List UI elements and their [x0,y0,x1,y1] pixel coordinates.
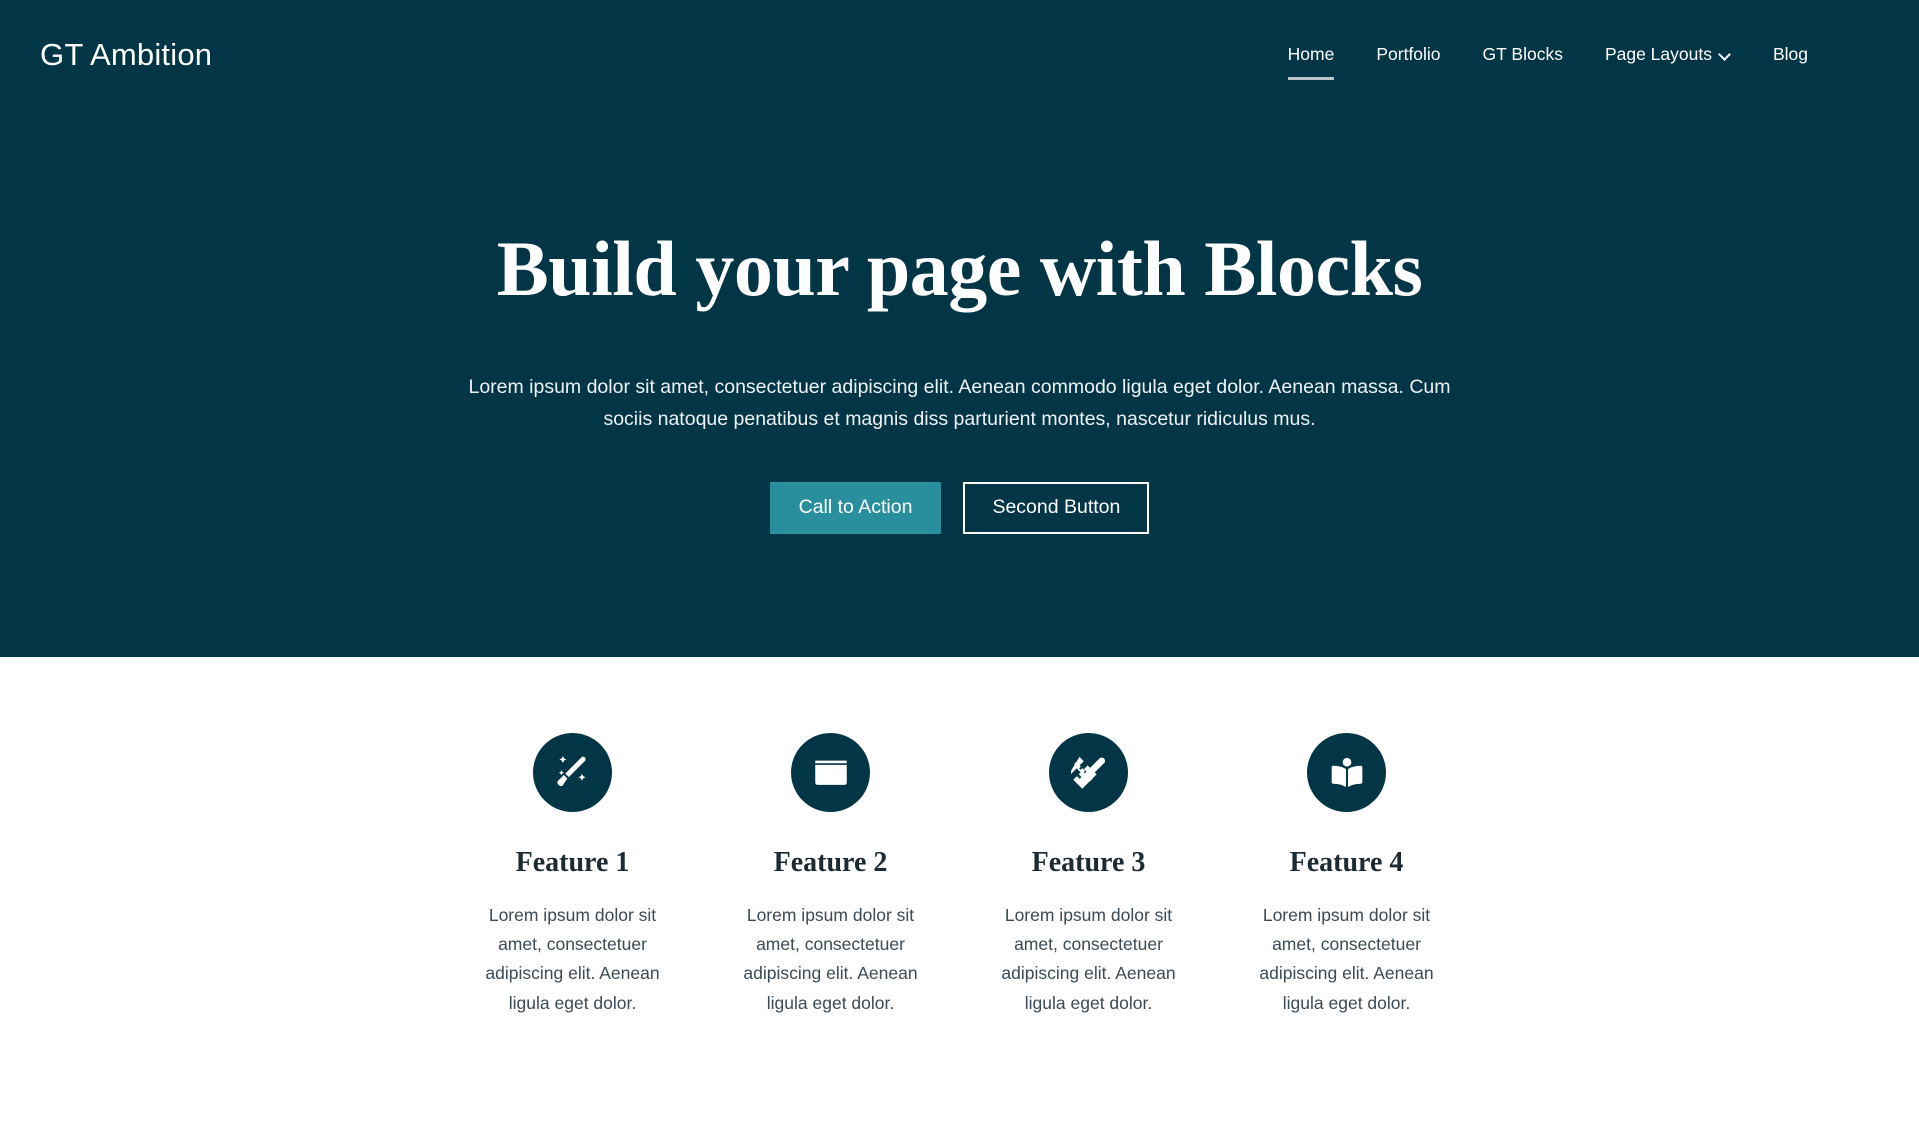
hero-section: GT Ambition Home Portfolio GT Blocks Pag… [0,0,1919,657]
hero-content: Build your page with Blocks Lorem ipsum … [370,0,1550,535]
feature-icon-circle [1049,733,1128,812]
features-section: Feature 1 Lorem ipsum dolor sit amet, co… [0,657,1919,1019]
feature-card: Feature 1 Lorem ipsum dolor sit amet, co… [455,733,691,1018]
nav-item-page-layouts[interactable]: Page Layouts [1584,38,1752,71]
nav-item-label: Page Layouts [1604,43,1712,64]
magic-wand-icon [556,755,586,786]
hero-description: Lorem ipsum dolor sit amet, consectetuer… [468,375,1451,430]
feature-description: Lorem ipsum dolor sit amet, consectetuer… [743,904,918,1013]
feature-icon-circle [533,733,612,812]
feature-title: Feature 1 [515,847,630,878]
hero-button-group: Call to Action Second Button [370,482,1550,535]
page-root: GT Ambition Home Portfolio GT Blocks Pag… [0,0,1919,1145]
feature-card: Feature 3 Lorem ipsum dolor sit amet, co… [971,733,1207,1018]
feature-description: Lorem ipsum dolor sit amet, consectetuer… [485,904,660,1013]
second-button[interactable]: Second Button [963,482,1150,535]
chevron-down-icon [1720,50,1731,61]
features-grid: Feature 1 Lorem ipsum dolor sit amet, co… [455,733,1465,1018]
feature-icon-circle [791,733,870,812]
pencil-ruler-icon [1070,756,1105,789]
feature-title: Feature 2 [773,847,888,878]
feature-title: Feature 3 [1031,847,1146,878]
site-logo[interactable]: GT Ambition [40,39,212,70]
feature-icon-circle [1307,733,1386,812]
book-reader-icon [1331,757,1362,787]
nav-item-blog[interactable]: Blog [1752,38,1829,71]
id-card-icon [814,760,847,785]
feature-description: Lorem ipsum dolor sit amet, consectetuer… [1001,904,1176,1013]
hero-title: Build your page with Blocks [496,225,1423,312]
nav-item-label: Blog [1772,43,1808,64]
call-to-action-button[interactable]: Call to Action [769,482,942,535]
feature-title: Feature 4 [1289,847,1404,878]
feature-description: Lorem ipsum dolor sit amet, consectetuer… [1259,904,1434,1013]
feature-card: Feature 2 Lorem ipsum dolor sit amet, co… [713,733,949,1018]
feature-card: Feature 4 Lorem ipsum dolor sit amet, co… [1229,733,1465,1018]
